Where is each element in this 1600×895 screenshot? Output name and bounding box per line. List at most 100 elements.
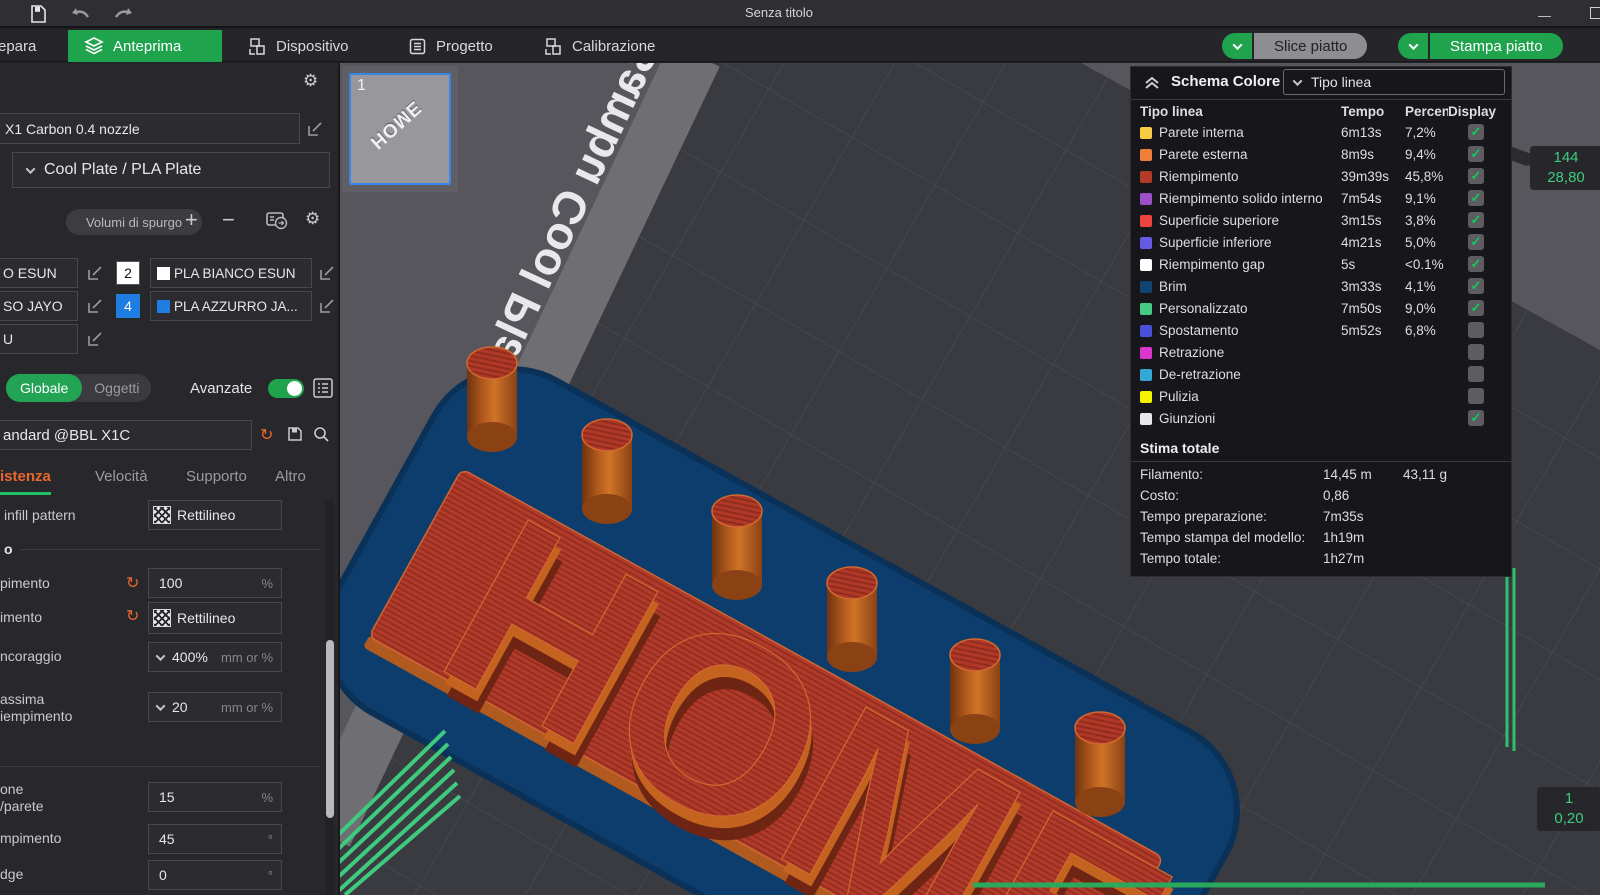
remove-filament-button[interactable]: − [222,207,235,233]
display-checkbox[interactable]: ✓ [1468,234,1484,250]
legend-row: De-retrazione [1131,364,1511,386]
redo-icon[interactable] [112,4,134,24]
display-checkbox[interactable] [1468,344,1484,360]
tab-prepare[interactable]: epara [0,30,52,62]
plate-type-dropdown[interactable]: Cool Plate / PLA Plate [12,152,330,188]
add-filament-button[interactable]: + [185,207,198,233]
view-mode-dropdown[interactable]: Tipo linea [1283,69,1505,95]
display-checkbox[interactable] [1468,366,1484,382]
collapse-icon[interactable] [1143,75,1161,91]
tab-support[interactable]: Supporto [186,468,247,485]
tab-calibration[interactable]: Calibrazione [528,30,671,62]
legend-row: Parete esterna 8m9s 9,4% ✓ [1131,144,1511,166]
display-checkbox[interactable]: ✓ [1468,190,1484,206]
tab-speed[interactable]: Velocità [95,468,148,485]
display-checkbox[interactable]: ✓ [1468,300,1484,316]
advanced-toggle[interactable] [268,379,304,398]
legend-row: Spostamento 5m52s 6,8% [1131,320,1511,342]
legend-row: Pulizia [1131,386,1511,408]
filament-name-1[interactable]: PLA BIANCO ESUN [150,258,312,288]
layer-slider-top-tooltip[interactable]: 144 28,80 [1530,146,1600,190]
printer-name-field[interactable]: X1 Carbon 0.4 nozzle [0,113,300,144]
scope-global[interactable]: Globale [6,374,83,402]
purge-volumes-button[interactable]: Volumi di spurgo [66,209,202,235]
tab-other[interactable]: Altro [275,468,306,485]
gear-icon[interactable]: ⚙ [303,71,318,91]
legend-row: Parete interna 6m13s 7,2% ✓ [1131,122,1511,144]
plate-thumbnail-card[interactable]: 1 HOME [342,66,458,192]
display-checkbox[interactable]: ✓ [1468,124,1484,140]
crosshatch-icon [153,609,171,627]
legend-row: Riempimento gap 5s <0.1% ✓ [1131,254,1511,276]
display-checkbox[interactable]: ✓ [1468,146,1484,162]
preset-save-icon[interactable] [286,425,304,443]
filament-index-2[interactable]: 4 [116,294,140,318]
tab-device[interactable]: Dispositivo [232,30,365,62]
device-icon [249,37,265,55]
display-checkbox[interactable] [1468,322,1484,338]
edit-icon[interactable] [86,297,104,315]
pattern2-combo[interactable]: Rettilineo [148,602,282,634]
tab-strength[interactable]: istenza [0,468,51,495]
maximize-button[interactable] [1590,7,1600,19]
bridge-input[interactable]: 0 ° [148,860,282,890]
preset-search-icon[interactable] [312,425,330,443]
filament-index-1[interactable]: 2 [116,261,140,285]
anchor-combo[interactable]: 400% mm or % [148,642,282,672]
edit-icon[interactable] [318,297,336,315]
edit-icon[interactable] [86,264,104,282]
layer-slider-bottom-tooltip[interactable]: 1 0,20 [1537,787,1600,831]
save-icon[interactable] [28,4,48,24]
display-checkbox[interactable]: ✓ [1468,168,1484,184]
display-checkbox[interactable]: ✓ [1468,278,1484,294]
slice-plate-button[interactable]: Slice piatto [1222,33,1368,59]
preset-field[interactable]: andard @BBL X1C [0,420,252,450]
edit-printer-icon[interactable] [306,120,324,138]
ams-sync-icon[interactable] [265,209,289,231]
advanced-label: Avanzate [190,380,253,397]
display-checkbox[interactable]: ✓ [1468,256,1484,272]
anchor-max-label: assima iempimento [0,691,73,724]
plate-number: 1 [357,77,366,94]
undo-icon[interactable] [70,4,92,24]
anchor-max-combo[interactable]: 20 mm or % [148,692,282,722]
preset-reset-icon[interactable]: ↻ [260,425,273,445]
display-checkbox[interactable]: ✓ [1468,212,1484,228]
plate-thumbnail[interactable]: 1 HOME [349,73,451,185]
legend-row: Riempimento 39m39s 45,8% ✓ [1131,166,1511,188]
tab-project[interactable]: Progetto [392,30,509,62]
reset-icon[interactable]: ↻ [126,606,139,626]
edit-icon[interactable] [86,330,104,348]
legend-row: Superficie inferiore 4m21s 5,0% ✓ [1131,232,1511,254]
list-settings-icon[interactable] [312,377,334,399]
display-checkbox[interactable] [1468,388,1484,404]
totals-title: Stima totale [1140,440,1220,456]
filament-left-1[interactable]: O ESUN [0,258,78,288]
infill-pattern-combo[interactable]: Rettilineo [148,500,282,530]
tab-preview[interactable]: Anteprima [68,30,222,62]
scope-segmented[interactable]: Globale Oggetti [6,374,152,402]
legend-row: Brim 3m33s 4,1% ✓ [1131,276,1511,298]
print-plate-button[interactable]: Stampa piatto [1398,33,1563,59]
reset-icon[interactable]: ↻ [126,573,139,593]
filament-left-2[interactable]: SO JAYO [0,291,78,321]
titlebar: Senza titolo — [0,0,1600,28]
sidebar-scrollbar-thumb[interactable] [326,640,334,818]
filament-swatch [157,266,170,280]
legend-row: Giunzioni ✓ [1131,408,1511,430]
wall-input[interactable]: 15 % [148,782,282,812]
filament-gear-icon[interactable]: ⚙ [305,209,320,229]
slice-dropdown-icon[interactable] [1222,33,1252,59]
scope-objects[interactable]: Oggetti [82,380,151,396]
filament-name-2[interactable]: PLA AZZURRO JA... [150,291,312,321]
col-time: Tempo [1341,104,1385,119]
infill-pattern-label: infill pattern [4,507,76,523]
col-type: Tipo linea [1140,104,1203,119]
print-dropdown-icon[interactable] [1398,33,1428,59]
minimize-button[interactable]: — [1538,8,1551,23]
angle-input[interactable]: 45 ° [148,824,282,854]
density-input[interactable]: 100 % [148,568,282,598]
edit-icon[interactable] [318,264,336,282]
filament-left-3[interactable]: U [0,324,78,354]
display-checkbox[interactable]: ✓ [1468,410,1484,426]
